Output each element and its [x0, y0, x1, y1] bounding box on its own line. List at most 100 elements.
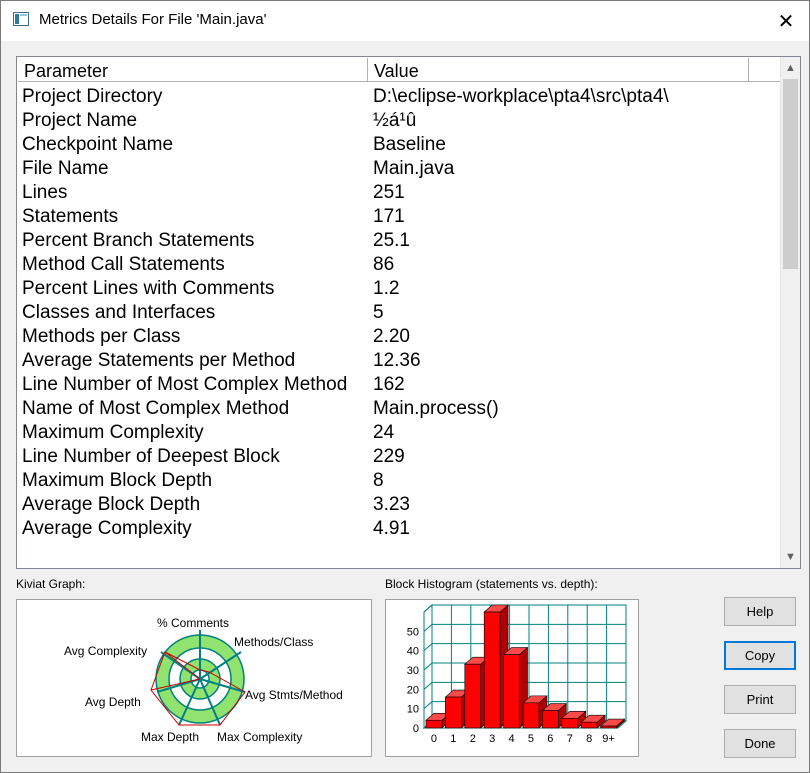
kiviat-axis-label: Methods/Class: [234, 635, 313, 649]
x-tick-label: 1: [450, 733, 456, 745]
y-tick-label: 40: [407, 646, 419, 658]
table-row[interactable]: Average Statements per Method 12.36: [18, 349, 782, 373]
histogram-bar: [464, 663, 482, 729]
kiviat-graph: % Comments Methods/Class Avg Stmts/Metho…: [16, 599, 372, 757]
help-button[interactable]: Help: [724, 597, 796, 626]
parameter-cell: Statements: [22, 206, 119, 227]
x-tick-label: 7: [567, 733, 573, 745]
histogram-bar: [483, 611, 501, 729]
x-tick-label: 3: [489, 733, 495, 745]
metrics-table[interactable]: Parameter Value Project Directory D:\ecli…: [16, 56, 801, 569]
histogram-bar: [542, 710, 559, 729]
value-cell: 1.2: [373, 278, 400, 299]
histogram-bar: [445, 696, 462, 729]
y-tick-label: 30: [407, 665, 419, 677]
y-tick-label: 20: [407, 684, 419, 696]
value-cell: Main.java: [373, 158, 455, 179]
table-row[interactable]: Lines 251: [18, 181, 782, 205]
value-cell: D:\eclipse-workplace\pta4\src\pta4\: [373, 86, 669, 107]
table-row[interactable]: Methods per Class 2.20: [18, 325, 782, 349]
close-icon[interactable]: ✕: [763, 1, 809, 41]
table-row[interactable]: Method Call Statements 86: [18, 253, 782, 277]
table-header: Parameter Value: [18, 58, 782, 82]
column-header-value[interactable]: Value: [368, 58, 749, 82]
table-row[interactable]: Average Block Depth 3.23: [18, 493, 782, 517]
parameter-cell: Methods per Class: [22, 326, 181, 347]
done-button[interactable]: Done: [724, 729, 796, 758]
vertical-scrollbar[interactable]: ▲ ▼: [780, 57, 800, 568]
table-row[interactable]: File Name Main.java: [18, 157, 782, 181]
value-cell: 229: [373, 446, 405, 467]
parameter-cell: Name of Most Complex Method: [22, 398, 290, 419]
value-cell: Baseline: [373, 134, 446, 155]
value-cell: 2.20: [373, 326, 410, 347]
x-tick-label: 4: [508, 733, 514, 745]
histogram-bar: [561, 718, 579, 729]
app-icon: [13, 12, 29, 26]
parameter-cell: File Name: [22, 158, 109, 179]
table-rows: Project Directory D:\eclipse-workplace\pt…: [18, 85, 782, 541]
title-bar[interactable]: Metrics Details For File 'Main.java' ✕: [1, 1, 809, 41]
histogram-bar: [580, 721, 598, 729]
column-header-parameter[interactable]: Parameter: [18, 58, 368, 82]
histogram-svg: 0 10 20 30 40 50 0 1 2 3 4 5 6 7 8 9+: [407, 603, 628, 745]
x-tick-label: 2: [470, 733, 476, 745]
scroll-thumb[interactable]: [783, 79, 798, 269]
value-cell: Main.process(): [373, 398, 499, 419]
value-cell: 25.1: [373, 230, 410, 251]
kiviat-axis-label: Avg Complexity: [64, 644, 147, 658]
kiviat-axis-label: % Comments: [157, 616, 229, 630]
table-row[interactable]: Checkpoint Name Baseline: [18, 133, 782, 157]
table-row[interactable]: Name of Most Complex Method Main.process(…: [18, 397, 782, 421]
table-row[interactable]: Line Number of Most Complex Method 162: [18, 373, 782, 397]
value-cell: 5: [373, 302, 384, 323]
table-row[interactable]: Percent Lines with Comments 1.2: [18, 277, 782, 301]
parameter-cell: Percent Branch Statements: [22, 230, 255, 251]
parameter-cell: Lines: [22, 182, 68, 203]
parameter-cell: Average Block Depth: [22, 494, 201, 515]
value-cell: 8: [373, 470, 384, 491]
x-tick-label: 6: [547, 733, 553, 745]
parameter-cell: Project Directory: [22, 86, 163, 107]
scroll-down-icon[interactable]: ▼: [781, 547, 800, 567]
parameter-cell: Line Number of Deepest Block: [22, 446, 280, 467]
window-title: Metrics Details For File 'Main.java': [39, 11, 267, 28]
value-cell: 251: [373, 182, 405, 203]
value-cell: ½á¹û: [373, 110, 417, 131]
table-row[interactable]: Percent Branch Statements 25.1: [18, 229, 782, 253]
print-button[interactable]: Print: [724, 685, 796, 714]
parameter-cell: Project Name: [22, 110, 138, 131]
value-cell: 4.91: [373, 518, 410, 539]
histogram-bar: [522, 702, 540, 729]
block-histogram: 0 10 20 30 40 50 0 1 2 3 4 5 6 7 8 9+: [385, 599, 639, 757]
metrics-dialog: Metrics Details For File 'Main.java' ✕ P…: [0, 0, 810, 773]
x-tick-label: 0: [431, 733, 437, 745]
scroll-up-icon[interactable]: ▲: [781, 58, 800, 78]
table-row[interactable]: Classes and Interfaces 5: [18, 301, 782, 325]
kiviat-svg: % Comments Methods/Class Avg Stmts/Metho…: [64, 616, 343, 744]
kiviat-axis-label: Max Depth: [141, 730, 199, 744]
value-cell: 162: [373, 374, 405, 395]
kiviat-axis-label: Avg Depth: [85, 695, 141, 709]
parameter-cell: Percent Lines with Comments: [22, 278, 275, 299]
histogram-bar: [600, 725, 617, 729]
table-row[interactable]: Project Name ½á¹û: [18, 109, 782, 133]
parameter-cell: Classes and Interfaces: [22, 302, 216, 323]
copy-button[interactable]: Copy: [724, 641, 796, 670]
kiviat-axis-label: Avg Stmts/Method: [245, 688, 343, 702]
parameter-cell: Checkpoint Name: [22, 134, 174, 155]
histogram-label: Block Histogram (statements vs. depth):: [385, 577, 598, 591]
y-tick-label: 0: [413, 723, 419, 735]
table-row[interactable]: Line Number of Deepest Block 229: [18, 445, 782, 469]
y-tick-label: 10: [407, 704, 419, 716]
table-row[interactable]: Average Complexity 4.91: [18, 517, 782, 541]
histogram-bar: [503, 654, 520, 729]
value-cell: 12.36: [373, 350, 421, 371]
table-row[interactable]: Maximum Complexity 24: [18, 421, 782, 445]
x-tick-label: 8: [586, 733, 592, 745]
table-row[interactable]: Statements 171: [18, 205, 782, 229]
table-row[interactable]: Maximum Block Depth 8: [18, 469, 782, 493]
parameter-cell: Maximum Block Depth: [22, 470, 213, 491]
value-cell: 3.23: [373, 494, 410, 515]
table-row[interactable]: Project Directory D:\eclipse-workplace\pt…: [18, 85, 782, 109]
